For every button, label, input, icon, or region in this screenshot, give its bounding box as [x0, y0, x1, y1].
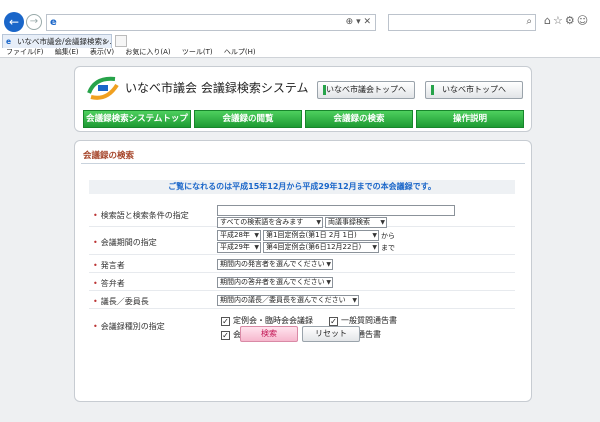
page: いなべ市議会 会議録検索システム いなべ市議会トップへ いなべ市トップへ 会議録…: [0, 58, 600, 422]
council-top-link-label: いなべ市議会トップへ: [326, 85, 406, 94]
speaker-label: • 発言者: [93, 261, 125, 270]
chevron-down-icon: ▼: [380, 219, 385, 226]
notice-bar: ご覧になれるのは平成15年12月から平成29年12月までの本会議録です。: [89, 180, 515, 194]
from-year-select[interactable]: 平成28年 ▼: [217, 230, 261, 241]
checkbox-checked-icon: ✓: [221, 331, 230, 340]
city-top-link[interactable]: いなべ市トップへ: [425, 81, 523, 99]
divider: [81, 163, 525, 164]
green-bar-icon: [323, 85, 326, 95]
menu-file[interactable]: ファイル(F): [6, 48, 44, 56]
chevron-down-icon: ▼: [372, 244, 377, 251]
type-question-notice-checkbox[interactable]: ✓ 一般質問通告書: [329, 315, 397, 326]
home-icon[interactable]: ⌂: [544, 14, 553, 27]
back-arrow-icon[interactable]: ←: [4, 12, 24, 32]
ie-logo-icon: e: [50, 17, 57, 28]
forward-arrow-icon[interactable]: →: [26, 14, 42, 30]
type-regular-checkbox[interactable]: ✓ 定例会・臨時会会議録: [221, 315, 313, 326]
menu-tools[interactable]: ツール(T): [182, 48, 213, 56]
from-session-select[interactable]: 第1回定例会(第1日 2月 1日) ▼: [263, 230, 379, 241]
chevron-down-icon: ▼: [352, 297, 357, 304]
checkbox-checked-icon: ✓: [221, 317, 230, 326]
nav-browse-minutes[interactable]: 会議録の閲覧: [194, 110, 302, 128]
chair-select[interactable]: 期間内の議長／委員長を選んでください ▼: [217, 295, 359, 306]
chevron-down-icon: ▼: [254, 244, 259, 251]
address-bar[interactable]: e ⊕ ▾ ✕: [46, 14, 376, 31]
browser-chrome: ← → e ⊕ ▾ ✕ ⌕ ⌂☆⚙☺ e いなべ市議会/会議録検索シ... × …: [0, 0, 600, 58]
menu-help[interactable]: ヘルプ(H): [224, 48, 256, 56]
chevron-down-icon: ▼: [254, 232, 259, 239]
search-button[interactable]: 検索: [240, 326, 298, 342]
browser-search-box[interactable]: ⌕: [388, 14, 536, 31]
nav-search-minutes[interactable]: 会議録の検索: [305, 110, 413, 128]
keyword-input[interactable]: [217, 205, 455, 216]
city-top-link-label: いなべ市トップへ: [442, 85, 506, 94]
reset-button[interactable]: リセット: [302, 326, 360, 342]
browser-tab[interactable]: e いなべ市議会/会議録検索シ... ×: [2, 34, 112, 48]
chair-label: • 議長／委員長: [93, 297, 149, 306]
menu-edit[interactable]: 編集(E): [55, 48, 79, 56]
gear-icon[interactable]: ⚙: [565, 14, 577, 27]
keyword-label: • 検索語と検索条件の指定: [93, 211, 189, 220]
section-title: 会議録の検索: [83, 151, 135, 161]
tab-title: いなべ市議会/会議録検索シ...: [17, 37, 112, 46]
menu-favorites[interactable]: お気に入り(A): [125, 48, 170, 56]
toolbar-icons: ⌂☆⚙☺: [544, 14, 598, 30]
new-tab-button[interactable]: [115, 35, 127, 47]
address-tools[interactable]: ⊕ ▾ ✕: [346, 17, 371, 27]
to-year-select[interactable]: 平成29年 ▼: [217, 242, 261, 253]
site-title: いなべ市議会 会議録検索システム: [125, 81, 309, 95]
city-logo-icon: [87, 76, 119, 100]
site-header: いなべ市議会 会議録検索システム いなべ市議会トップへ いなべ市トップへ 会議録…: [74, 66, 532, 132]
nav-instructions[interactable]: 操作説明: [416, 110, 524, 128]
menu-bar: ファイル(F) 編集(E) 表示(V) お気に入り(A) ツール(T) ヘルプ(…: [0, 47, 600, 58]
star-icon[interactable]: ☆: [553, 14, 565, 27]
types-label: • 会議録種別の指定: [93, 322, 165, 331]
from-suffix: から: [381, 232, 395, 240]
speaker-select[interactable]: 期間内の発言者を選んでください ▼: [217, 259, 333, 270]
period-row: • 会議期間の指定 平成28年 ▼ 第1回定例会(第1日 2月 1日) ▼ から 平成…: [89, 229, 515, 255]
answerer-label: • 答弁者: [93, 279, 125, 288]
period-label: • 会議期間の指定: [93, 238, 157, 247]
answerer-row: • 答弁者 期間内の答弁者を選んでください ▼: [89, 275, 515, 291]
green-bar-icon: [431, 85, 434, 95]
search-target-select[interactable]: 両議事録検索 ▼: [325, 217, 387, 228]
menu-view[interactable]: 表示(V): [90, 48, 114, 56]
answerer-select[interactable]: 期間内の答弁者を選んでください ▼: [217, 277, 333, 288]
smiley-icon[interactable]: ☺: [577, 14, 590, 27]
to-session-select[interactable]: 第4回定例会(第6日12月22日) ▼: [263, 242, 379, 253]
search-panel: 会議録の検索 ご覧になれるのは平成15年12月から平成29年12月までの本会議録…: [74, 140, 532, 402]
chevron-down-icon: ▼: [326, 279, 331, 286]
nav-system-top[interactable]: 会議録検索システムトップ: [83, 110, 191, 128]
to-suffix: まで: [381, 244, 395, 252]
keyword-row: • 検索語と検索条件の指定 すべての検索語を含みます ▼ 両議事録検索 ▼: [89, 203, 515, 228]
keyword-condition-select[interactable]: すべての検索語を含みます ▼: [217, 217, 323, 228]
chevron-down-icon: ▼: [316, 219, 321, 226]
chair-row: • 議長／委員長 期間内の議長／委員長を選んでください ▼: [89, 293, 515, 309]
council-top-link[interactable]: いなべ市議会トップへ: [317, 81, 415, 99]
search-icon[interactable]: ⌕: [526, 16, 532, 27]
checkbox-checked-icon: ✓: [329, 317, 338, 326]
chevron-down-icon: ▼: [372, 232, 377, 239]
speaker-row: • 発言者 期間内の発言者を選んでください ▼: [89, 257, 515, 273]
chevron-down-icon: ▼: [326, 261, 331, 268]
